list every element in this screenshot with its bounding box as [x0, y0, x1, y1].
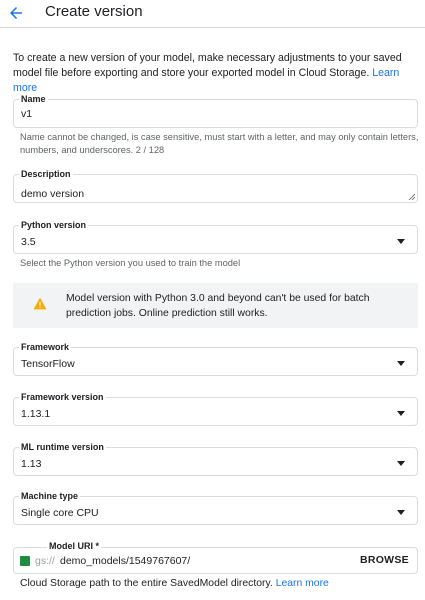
python-version-value: 3.5 — [21, 236, 36, 248]
warning-text: Model version with Python 3.0 and beyond… — [66, 293, 370, 319]
framework-version-value: 1.13.1 — [21, 408, 51, 420]
name-value[interactable]: v1 — [21, 108, 32, 120]
warning-banner: Model version with Python 3.0 and beyond… — [13, 283, 418, 328]
chevron-down-icon — [397, 461, 405, 466]
machine-type-select[interactable]: Machine type Single core CPU — [13, 491, 418, 525]
model-uri-value[interactable]: demo_models/1549767607/ — [60, 555, 190, 567]
page-title: Create version — [45, 3, 143, 20]
runtime-version-value: 1.13 — [21, 458, 42, 470]
framework-version-select[interactable]: Framework version 1.13.1 — [13, 392, 418, 426]
back-arrow-icon[interactable] — [7, 4, 25, 22]
model-uri-field[interactable]: gs:// demo_models/1549767607/ BROWSE — [13, 547, 418, 574]
model-uri-helper-text: Cloud Storage path to the entire SavedMo… — [20, 578, 273, 589]
chevron-down-icon — [397, 361, 405, 366]
model-uri-label: Model URI * — [47, 541, 102, 551]
framework-label: Framework — [19, 342, 72, 352]
warning-icon — [33, 297, 47, 310]
check-icon — [20, 556, 30, 566]
name-helper: Name cannot be changed, is case sensitiv… — [20, 132, 419, 155]
framework-select[interactable]: Framework TensorFlow — [13, 342, 418, 376]
intro-text: To create a new version of your model, m… — [13, 51, 418, 96]
gs-prefix: gs:// — [35, 555, 55, 567]
intro-description: To create a new version of your model, m… — [13, 52, 402, 79]
python-helper: Select the Python version you used to tr… — [20, 258, 241, 268]
python-version-select[interactable]: Python version 3.5 — [13, 220, 418, 254]
chevron-down-icon — [397, 510, 405, 515]
name-field[interactable]: Name v1 — [13, 94, 418, 128]
framework-value: TensorFlow — [21, 358, 75, 370]
resize-handle-icon[interactable] — [407, 192, 415, 200]
header-bar: Create version — [0, 0, 425, 28]
chevron-down-icon — [397, 239, 405, 244]
description-field[interactable]: Description demo version — [13, 169, 418, 203]
model-uri-helper: Cloud Storage path to the entire SavedMo… — [20, 578, 329, 589]
description-label: Description — [19, 169, 73, 179]
framework-version-label: Framework version — [19, 392, 106, 402]
learn-more-link[interactable]: Learn more — [276, 578, 329, 589]
description-value[interactable]: demo version — [21, 188, 84, 200]
runtime-version-label: ML runtime version — [19, 442, 106, 452]
chevron-down-icon — [397, 411, 405, 416]
python-version-label: Python version — [19, 220, 89, 230]
machine-type-value: Single core CPU — [21, 507, 99, 519]
browse-button[interactable]: BROWSE — [360, 554, 409, 566]
name-label: Name — [19, 94, 48, 104]
runtime-version-select[interactable]: ML runtime version 1.13 — [13, 442, 418, 476]
machine-type-label: Machine type — [19, 491, 81, 501]
